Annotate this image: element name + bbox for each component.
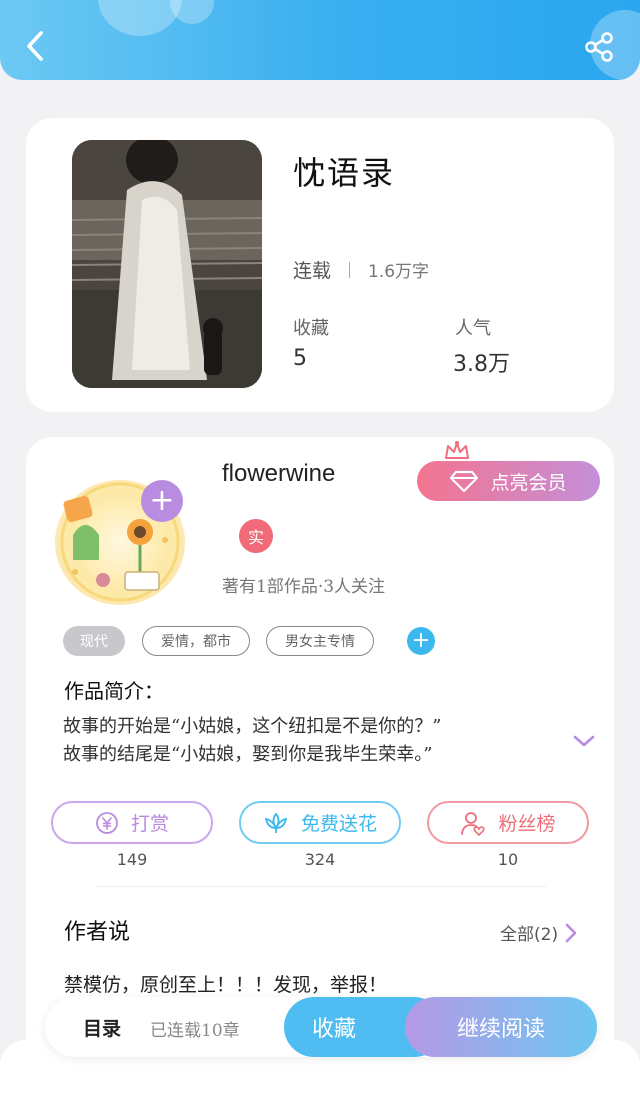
author-says-heading: 作者说: [64, 920, 131, 945]
decor-bubble: [170, 0, 214, 24]
user-heart-icon: [461, 811, 486, 836]
popularity-value: 3.8万: [453, 352, 510, 377]
fan-ranking-button[interactable]: 粉丝榜: [427, 801, 589, 844]
flowers-count: 324: [304, 850, 336, 869]
author-name[interactable]: flowerwine: [222, 460, 335, 488]
fan-ranking-label: 粉丝榜: [498, 813, 556, 835]
add-tag-button[interactable]: +: [407, 627, 435, 655]
top-header: [0, 0, 640, 80]
vip-button[interactable]: 点亮会员: [417, 461, 600, 501]
popularity-label: 人气: [455, 318, 491, 339]
reward-label: 打赏: [130, 813, 169, 835]
table-of-contents-button[interactable]: 目录: [83, 1014, 121, 1041]
tag-item[interactable]: 现代: [63, 626, 125, 656]
crown-icon: [445, 441, 469, 459]
diamond-icon: [450, 470, 479, 492]
intro-heading: 作品简介：: [64, 679, 164, 703]
tag-item[interactable]: 男女主专情: [266, 626, 374, 656]
chevron-right-icon: [565, 923, 577, 942]
intro-line: 故事的结尾是“小姑娘，娶到你是我毕生荣幸。”: [63, 744, 433, 765]
reward-count: 149: [116, 850, 148, 869]
author-says-all-link[interactable]: 全部(2): [500, 920, 578, 945]
tag-item[interactable]: 爱情，都市: [142, 626, 250, 656]
lotus-icon: [264, 812, 288, 833]
book-cover-image[interactable]: [72, 140, 262, 388]
word-count: 1.6万字: [368, 262, 430, 282]
verified-badge: 实: [239, 519, 273, 553]
intro-line: 故事的开始是“小姑娘，这个纽扣是不是你的？”: [63, 716, 442, 737]
share-button[interactable]: [580, 28, 618, 66]
cover-photo-figure: [72, 140, 262, 388]
section-divider: [96, 886, 546, 887]
book-title: 忱语录: [293, 154, 396, 192]
follow-author-button[interactable]: +: [141, 480, 183, 522]
share-icon: [585, 32, 613, 62]
book-status: 连载: [293, 260, 332, 282]
yuan-icon: [96, 811, 118, 834]
continue-reading-button[interactable]: 继续阅读: [405, 997, 597, 1057]
meta-divider: [349, 261, 351, 278]
expand-intro-icon[interactable]: [572, 733, 596, 749]
fans-count: 10: [497, 850, 519, 869]
back-button[interactable]: [18, 26, 52, 66]
favorites-label: 收藏: [293, 318, 329, 339]
send-flowers-label: 免费送花: [300, 813, 377, 835]
send-flowers-button[interactable]: 免费送花: [239, 801, 401, 844]
author-says-all-label: 全部(2): [500, 925, 559, 945]
book-meta: 连载 1.6万字: [293, 256, 429, 283]
author-stats: 著有1部作品·3人关注: [222, 577, 386, 597]
reward-button[interactable]: 打赏: [51, 801, 213, 844]
chapter-count: 已连载10章: [150, 1021, 240, 1041]
chevron-left-icon: [27, 31, 43, 61]
favorites-value: 5: [293, 346, 307, 371]
vip-button-label: 点亮会员: [490, 471, 567, 494]
author-says-text: 禁模仿，原创至上！！！发现，举报！: [64, 974, 388, 996]
